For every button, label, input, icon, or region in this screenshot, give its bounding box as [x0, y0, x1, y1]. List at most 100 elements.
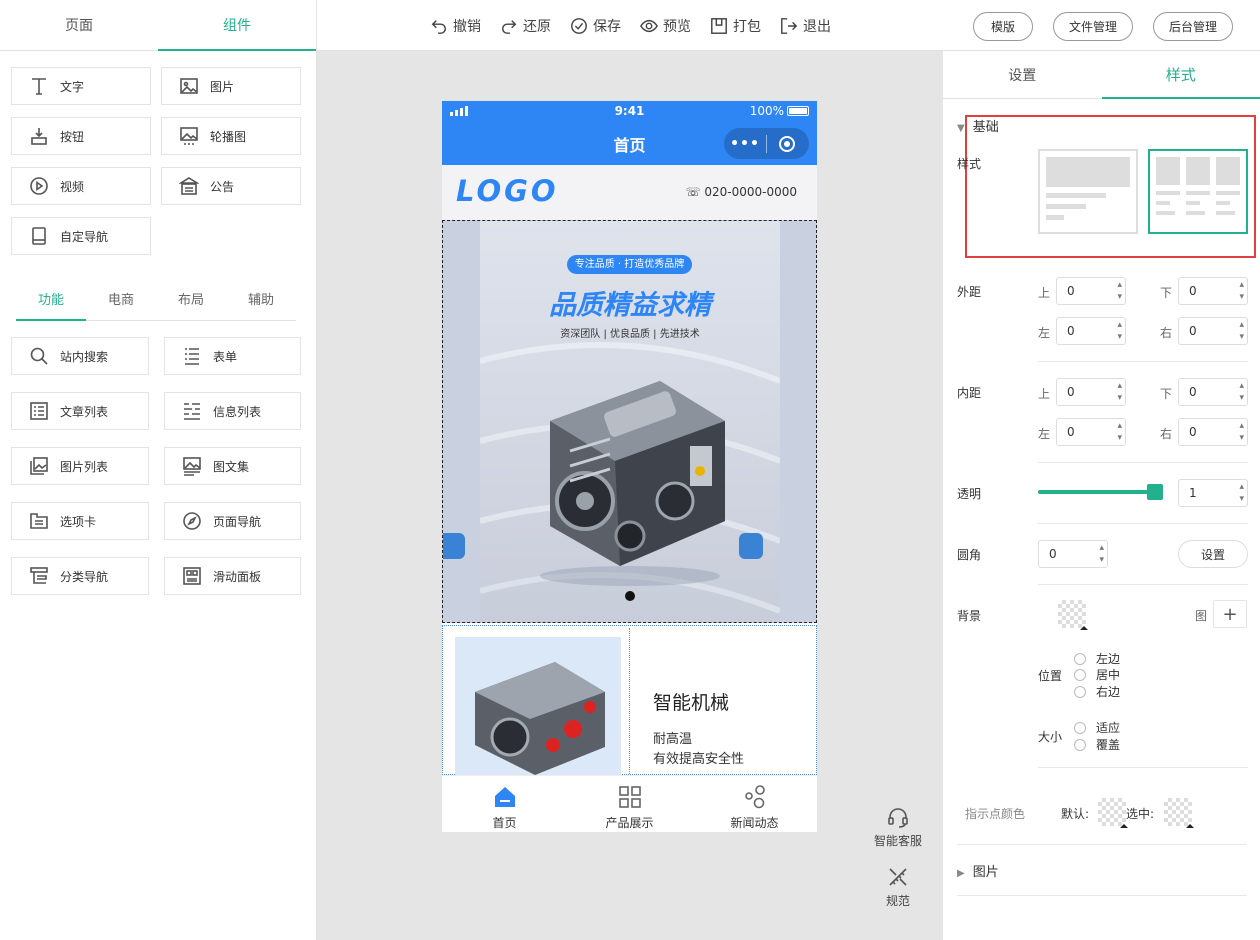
close-circle-icon[interactable]	[779, 135, 795, 152]
margin-right-input[interactable]: 0	[1178, 317, 1248, 345]
component-label: 图片	[210, 79, 235, 94]
logo-bar[interactable]: LOGO ☏ 020-0000-0000	[442, 165, 817, 220]
add-background-image-button[interactable]: +	[1213, 600, 1247, 628]
save-button[interactable]: 保存	[570, 0, 621, 51]
component-notice[interactable]: 公告	[161, 167, 301, 205]
more-dots-icon[interactable]: •••	[724, 136, 766, 152]
position-option-label: 右边	[1096, 685, 1121, 699]
component-image-text[interactable]: 图文集	[164, 447, 301, 485]
indicator-selected-color-picker[interactable]	[1164, 798, 1194, 828]
spec-button[interactable]: 规范	[886, 866, 910, 909]
padding-right-input[interactable]: 0	[1178, 418, 1248, 446]
background-color-picker[interactable]	[1058, 600, 1088, 630]
tabbar-home[interactable]: 首页	[442, 776, 567, 832]
tab-components[interactable]: 组件	[158, 0, 316, 51]
component-info-list[interactable]: 信息列表	[164, 392, 301, 430]
next-slide-peek	[739, 533, 763, 559]
undo-icon	[431, 19, 447, 34]
battery-indicator: 100%	[750, 104, 809, 118]
redo-button[interactable]: 还原	[500, 0, 551, 51]
carousel-indicator-dot[interactable]	[625, 591, 635, 601]
style-option-single[interactable]	[1038, 149, 1138, 234]
size-radio-cover[interactable]: 覆盖	[1074, 736, 1120, 753]
notice-icon	[179, 176, 199, 196]
component-image-list[interactable]: 图片列表	[11, 447, 149, 485]
carousel-icon	[179, 126, 199, 146]
margin-left-input[interactable]: 0	[1056, 317, 1126, 345]
tab-settings[interactable]: 设置	[943, 51, 1102, 98]
home-icon	[494, 787, 515, 807]
package-button[interactable]: 打包	[710, 0, 761, 51]
property-panel: 设置 样式 ▼基础 样式 外距 上 0 下 0 左 0 右 0 内距 上 0 下…	[943, 51, 1260, 940]
radius-input[interactable]: 0	[1038, 540, 1108, 568]
banner-subline: 资深团队 | 优良品质 | 先进技术	[560, 329, 700, 340]
component-label: 页面导航	[213, 514, 262, 529]
component-slide-panel[interactable]: 滑动面板	[164, 557, 301, 595]
tab-layout[interactable]: 布局	[156, 276, 226, 320]
prev-slide-peek	[443, 533, 465, 559]
opacity-slider-track[interactable]	[1038, 484, 1163, 500]
background-label: 背景	[957, 609, 982, 623]
image-icon	[179, 76, 199, 96]
logo: LOGO	[456, 174, 559, 208]
padding-left-input[interactable]: 0	[1056, 418, 1126, 446]
tab-auxiliary[interactable]: 辅助	[226, 276, 296, 320]
position-radio-center[interactable]: 居中	[1074, 666, 1120, 683]
margin-bottom-input[interactable]: 0	[1178, 277, 1248, 305]
redo-label: 还原	[523, 18, 551, 35]
margin-top-input[interactable]: 0	[1056, 277, 1126, 305]
mini-program-capsule[interactable]: •••	[724, 128, 809, 159]
banner-carousel[interactable]: 专注品质 · 打造优秀品牌 品质精益求精 资深团队 | 优良品质 | 先进技术	[442, 220, 817, 623]
tabbar-products[interactable]: 产品展示	[567, 776, 692, 832]
component-video[interactable]: 视频	[11, 167, 151, 205]
admin-button[interactable]: 后台管理	[1153, 12, 1233, 41]
tabbar-news[interactable]: 新闻动态	[692, 776, 817, 832]
file-manage-button[interactable]: 文件管理	[1053, 12, 1133, 41]
template-button[interactable]: 模版	[973, 12, 1033, 41]
component-label: 按钮	[60, 129, 85, 144]
component-image[interactable]: 图片	[161, 67, 301, 105]
preview-button[interactable]: 预览	[640, 0, 691, 51]
tab-style[interactable]: 样式	[1101, 51, 1260, 99]
component-article-list[interactable]: 文章列表	[11, 392, 149, 430]
smart-service-button[interactable]: 智能客服	[874, 806, 922, 849]
padding-bottom-input[interactable]: 0	[1178, 378, 1248, 406]
size-option-label: 覆盖	[1096, 738, 1121, 752]
exit-button[interactable]: 退出	[780, 0, 831, 51]
radius-set-button[interactable]: 设置	[1178, 540, 1248, 568]
banner-slide: 专注品质 · 打造优秀品牌 品质精益求精 资深团队 | 优良品质 | 先进技术	[480, 221, 780, 622]
component-carousel[interactable]: 轮播图	[161, 117, 301, 155]
component-label: 图文集	[213, 459, 250, 474]
component-form[interactable]: 表单	[164, 337, 301, 375]
component-label: 文字	[60, 79, 85, 94]
undo-button[interactable]: 撤销	[430, 0, 481, 51]
tab-function[interactable]: 功能	[16, 276, 86, 321]
eye-icon	[640, 19, 658, 32]
product-card[interactable]: 智能机械 耐高温 有效提高安全性	[442, 625, 817, 776]
component-search[interactable]: 站内搜索	[11, 337, 149, 375]
undo-label: 撤销	[453, 18, 481, 35]
component-custom-nav[interactable]: 自定导航	[11, 217, 151, 255]
padding-label: 内距	[957, 386, 982, 400]
component-tabs[interactable]: 选项卡	[11, 502, 149, 540]
redo-icon	[501, 19, 517, 34]
tabbar-label: 产品展示	[605, 816, 654, 830]
indicator-default-color-picker[interactable]	[1098, 798, 1128, 828]
style-option-columns[interactable]	[1148, 149, 1248, 234]
opacity-input[interactable]: 1	[1178, 479, 1248, 507]
component-button[interactable]: 按钮	[11, 117, 151, 155]
component-page-nav[interactable]: 页面导航	[164, 502, 301, 540]
component-label: 公告	[210, 179, 235, 194]
padding-top-input[interactable]: 0	[1056, 378, 1126, 406]
opacity-slider-handle[interactable]	[1147, 484, 1163, 500]
size-radio-fit[interactable]: 适应	[1074, 719, 1120, 736]
divider	[1038, 462, 1248, 463]
section-image-toggle[interactable]: ▶ 图片	[957, 861, 999, 880]
component-text[interactable]: 文字	[11, 67, 151, 105]
tab-pages[interactable]: 页面	[0, 0, 158, 50]
position-radio-right[interactable]: 右边	[1074, 683, 1120, 700]
component-category-nav[interactable]: 分类导航	[11, 557, 149, 595]
position-radio-left[interactable]: 左边	[1074, 650, 1120, 667]
tab-ecommerce[interactable]: 电商	[86, 276, 156, 320]
divider	[1038, 361, 1248, 362]
